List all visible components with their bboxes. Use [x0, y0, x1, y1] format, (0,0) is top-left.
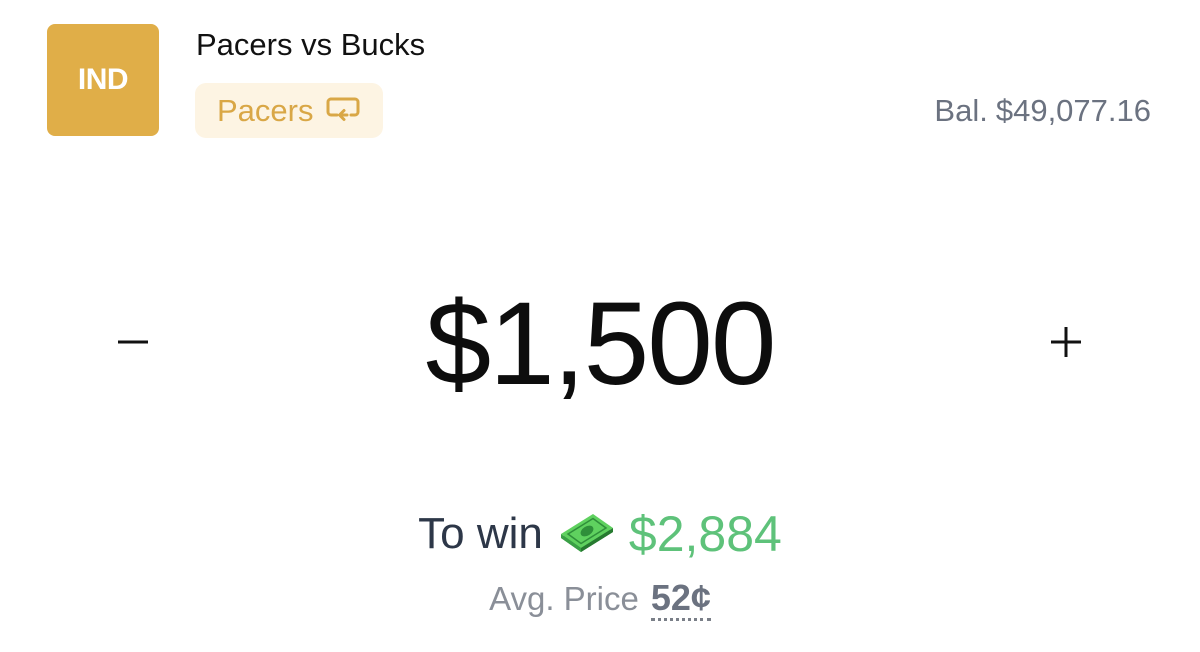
wager-amount[interactable]: $1,500 [300, 283, 900, 405]
trade-ticket: IND Pacers vs Bucks Pacers Bal. $49,077.… [0, 0, 1200, 652]
to-win-label: To win [418, 509, 543, 558]
team-logo: IND [47, 24, 159, 136]
balance-value: $49,077.16 [995, 93, 1151, 128]
plus-icon [1051, 327, 1081, 357]
avg-price-value[interactable]: 52¢ [650, 578, 711, 621]
avg-price-label: Avg. Price [489, 580, 639, 617]
balance-prefix: Bal. [934, 93, 988, 128]
increase-amount-button[interactable] [1034, 310, 1098, 374]
money-bill-icon [560, 514, 613, 552]
to-win-row: To win $2,884 [300, 505, 900, 563]
to-win-value: $2,884 [628, 506, 782, 562]
team-logo-text: IND [77, 63, 129, 96]
decrease-amount-button[interactable] [101, 310, 165, 374]
selected-side-label: Pacers [217, 92, 314, 128]
swap-arrow-icon [326, 97, 360, 121]
selected-side-toggle[interactable]: Pacers [195, 83, 384, 138]
minus-icon [118, 340, 148, 344]
avg-price-row: Avg. Price 52¢ [300, 578, 900, 621]
market-title: Pacers vs Bucks [196, 27, 426, 62]
account-balance: Bal. $49,077.16 [934, 93, 1151, 129]
